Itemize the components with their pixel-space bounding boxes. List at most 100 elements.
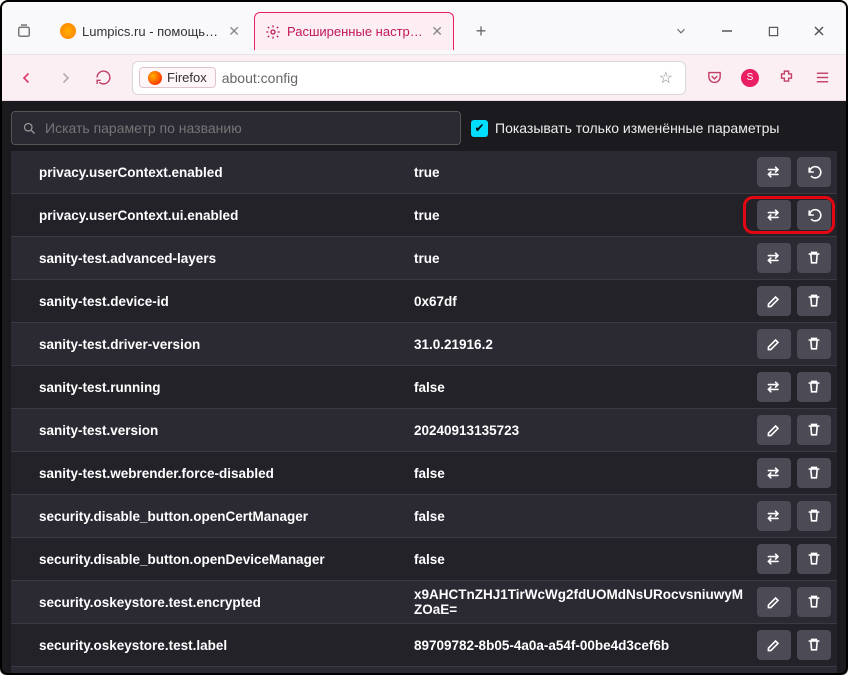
tab-0[interactable]: Lumpics.ru - помощь с компь ✕ bbox=[50, 12, 250, 50]
about-config-content: ✔ Показывать только изменённые параметры… bbox=[0, 101, 848, 675]
tab-label: Lumpics.ru - помощь с компь bbox=[82, 24, 220, 39]
workspaces-button[interactable] bbox=[8, 15, 40, 47]
pref-actions bbox=[757, 329, 831, 359]
tab-close-icon[interactable]: ✕ bbox=[431, 23, 443, 40]
edit-button[interactable] bbox=[757, 587, 791, 617]
pref-value: 20240913135723 bbox=[414, 423, 751, 438]
pref-name: sanity-test.device-id bbox=[13, 294, 408, 309]
reset-button[interactable] bbox=[797, 157, 831, 187]
pref-actions bbox=[757, 630, 831, 660]
identity-badge[interactable]: Firefox bbox=[139, 67, 216, 88]
pref-name: sanity-test.driver-version bbox=[13, 337, 408, 352]
forward-button[interactable] bbox=[50, 63, 80, 93]
identity-label: Firefox bbox=[167, 70, 207, 85]
pref-name: sanity-test.version bbox=[13, 423, 408, 438]
search-box[interactable] bbox=[11, 111, 461, 145]
toggle-button[interactable] bbox=[757, 458, 791, 488]
reload-button[interactable] bbox=[88, 63, 118, 93]
pref-row: sanity-test.advanced-layerstrue bbox=[11, 237, 837, 280]
pref-actions bbox=[757, 587, 831, 617]
pref-value: 31.0.21916.2 bbox=[414, 337, 751, 352]
search-icon bbox=[22, 121, 37, 136]
back-button[interactable] bbox=[12, 63, 42, 93]
checkbox-checked-icon: ✔ bbox=[471, 120, 488, 137]
toggle-button[interactable] bbox=[757, 372, 791, 402]
titlebar: Lumpics.ru - помощь с компь✕Расширенные … bbox=[0, 0, 848, 55]
pref-name: sanity-test.webrender.force-disabled bbox=[13, 466, 408, 481]
pref-value: false bbox=[414, 466, 751, 481]
delete-button[interactable] bbox=[797, 501, 831, 531]
pref-row: sanity-test.runningfalse bbox=[11, 366, 837, 409]
pref-row: sanity-test.webrender.force-disabled fals… bbox=[11, 452, 837, 495]
toggle-button[interactable] bbox=[757, 501, 791, 531]
search-input[interactable] bbox=[45, 120, 450, 136]
toggle-button[interactable] bbox=[757, 200, 791, 230]
delete-button[interactable] bbox=[797, 243, 831, 273]
delete-button[interactable] bbox=[797, 544, 831, 574]
pocket-button[interactable] bbox=[700, 64, 728, 92]
pref-row: security.oskeystore.test.encrypted x9AHCT… bbox=[11, 581, 837, 624]
toggle-button[interactable] bbox=[757, 544, 791, 574]
window-close[interactable] bbox=[798, 16, 840, 46]
pref-value: 89709782-8b05-4a0a-a54f-00be4d3cef6b bbox=[414, 638, 751, 653]
pref-actions bbox=[757, 458, 831, 488]
bookmark-star-icon[interactable]: ☆ bbox=[659, 68, 673, 88]
only-modified-checkbox[interactable]: ✔ Показывать только изменённые параметры bbox=[471, 120, 779, 137]
pref-value: true bbox=[414, 165, 751, 180]
tab-label: Расширенные настройки bbox=[287, 24, 423, 39]
app-menu-button[interactable] bbox=[808, 64, 836, 92]
delete-button[interactable] bbox=[797, 458, 831, 488]
pref-value: false bbox=[414, 552, 751, 567]
pref-name: privacy.userContext.ui.enabled bbox=[13, 208, 408, 223]
edit-button[interactable] bbox=[757, 630, 791, 660]
delete-button[interactable] bbox=[797, 286, 831, 316]
edit-button[interactable] bbox=[757, 329, 791, 359]
toggle-button[interactable] bbox=[757, 157, 791, 187]
delete-button[interactable] bbox=[797, 587, 831, 617]
edit-button[interactable] bbox=[757, 286, 791, 316]
pref-row: sanity-test.driver-version 31.0.21916.2 bbox=[11, 323, 837, 366]
pref-value: true bbox=[414, 251, 751, 266]
pref-name: security.disable_button.openCertManager bbox=[13, 509, 408, 524]
toggle-button[interactable] bbox=[757, 243, 791, 273]
pref-actions bbox=[757, 415, 831, 445]
delete-button[interactable] bbox=[797, 415, 831, 445]
settings-icon bbox=[265, 24, 281, 40]
new-tab-button[interactable]: + bbox=[466, 16, 496, 46]
edit-button[interactable] bbox=[757, 415, 791, 445]
pref-actions bbox=[757, 501, 831, 531]
only-modified-label: Показывать только изменённые параметры bbox=[495, 120, 779, 136]
pref-name: security.oskeystore.test.label bbox=[13, 638, 408, 653]
pref-value: false bbox=[414, 380, 751, 395]
pref-actions bbox=[757, 157, 831, 187]
pref-actions bbox=[757, 544, 831, 574]
window-controls bbox=[660, 16, 840, 46]
nav-toolbar: Firefox about:config ☆ S bbox=[0, 55, 848, 101]
tab-1[interactable]: Расширенные настройки ✕ bbox=[254, 12, 454, 50]
tab-close-icon[interactable]: ✕ bbox=[228, 23, 240, 40]
pref-row: sanity-test.device-id0x67df bbox=[11, 280, 837, 323]
pref-actions bbox=[757, 286, 831, 316]
delete-button[interactable] bbox=[797, 329, 831, 359]
pref-value: x9AHCTnZHJ1TirWcWg2fdUOMdNsURocvsniuwyMZ… bbox=[414, 587, 751, 617]
pref-value: false bbox=[414, 509, 751, 524]
pref-row: security.disable_button.openCertManager f… bbox=[11, 495, 837, 538]
pref-row: sanity-test.version 20240913135723 bbox=[11, 409, 837, 452]
list-all-tabs[interactable] bbox=[660, 16, 702, 46]
window-minimize[interactable] bbox=[706, 16, 748, 46]
account-button[interactable]: S bbox=[736, 64, 764, 92]
pref-name: security.oskeystore.test.encrypted bbox=[13, 595, 408, 610]
pref-name: security.disable_button.openDeviceManage… bbox=[13, 552, 408, 567]
pref-value: true bbox=[414, 208, 751, 223]
pref-row: privacy.userContext.ui.enabled true bbox=[11, 194, 837, 237]
delete-button[interactable] bbox=[797, 372, 831, 402]
pref-actions bbox=[757, 243, 831, 273]
pref-row: security.oskeystore.test.label 89709782-8… bbox=[11, 624, 837, 667]
delete-button[interactable] bbox=[797, 630, 831, 660]
window-maximize[interactable] bbox=[752, 16, 794, 46]
pref-name: privacy.userContext.enabled bbox=[13, 165, 408, 180]
url-bar[interactable]: Firefox about:config ☆ bbox=[132, 61, 686, 95]
reset-button[interactable] bbox=[797, 200, 831, 230]
pref-list: privacy.userContext.enabledtrueprivacy.u… bbox=[11, 151, 837, 675]
extensions-button[interactable] bbox=[772, 64, 800, 92]
